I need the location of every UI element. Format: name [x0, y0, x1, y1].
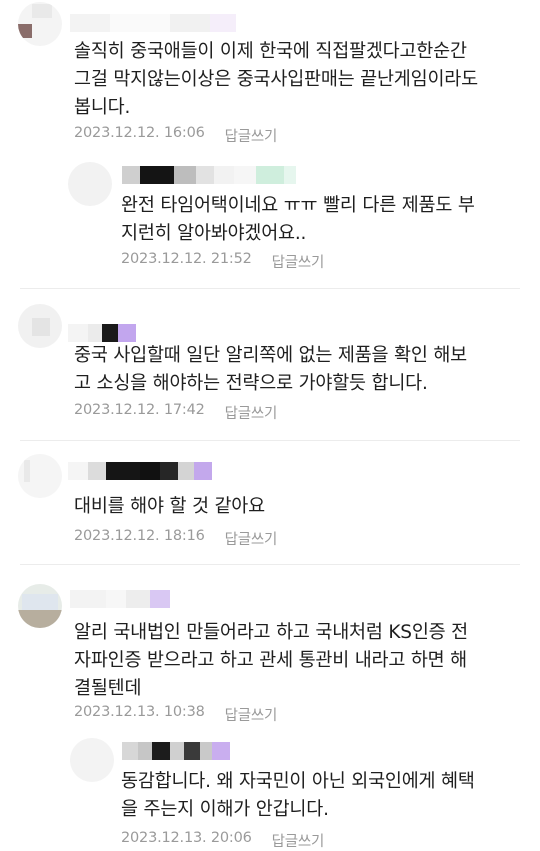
comment-item: 중국 사입할때 일단 알리쪽에 없는 제품을 확인 해보 고 소싱을 해야하는 …: [0, 290, 540, 440]
comment-date: 2023.12.12. 16:06: [74, 125, 205, 141]
avatar[interactable]: [18, 584, 62, 628]
comment-meta: 2023.12.12. 18:16 답글쓰기: [74, 528, 277, 549]
comment-date: 2023.12.13. 20:06: [121, 830, 252, 846]
author-name-blurred[interactable]: [70, 14, 236, 32]
avatar[interactable]: [68, 162, 112, 206]
comment-text: 동감합니다. 왜 자국민이 아닌 외국인에게 혜택 을 주는지 이해가 안갑니다…: [121, 771, 475, 820]
divider: [20, 288, 520, 289]
divider: [20, 440, 520, 441]
comment-item: 알리 국내법인 만들어라고 하고 국내처럼 KS인증 전 자파인증 받으라고 하…: [0, 566, 540, 726]
comment-text: 완전 타임어택이네요 ㅠㅠ 빨리 다른 제품도 부 지런히 알아봐야겠어요..: [121, 195, 475, 244]
avatar[interactable]: [70, 738, 114, 782]
author-name-blurred[interactable]: [122, 742, 230, 760]
comment-meta: 2023.12.12. 21:52 답글쓰기: [121, 251, 324, 272]
reply-item: 동감합니다. 왜 자국민이 아닌 외국인에게 혜택 을 주는지 이해가 안갑니다…: [0, 730, 540, 851]
author-name-blurred[interactable]: [68, 462, 212, 480]
avatar[interactable]: [18, 454, 62, 498]
comment-item: 대비를 해야 할 것 같아요 2023.12.12. 18:16 답글쓰기: [0, 442, 540, 562]
avatar[interactable]: [18, 304, 62, 348]
reply-button[interactable]: 답글쓰기: [225, 125, 278, 146]
reply-button[interactable]: 답글쓰기: [272, 251, 325, 272]
author-name-blurred[interactable]: [122, 166, 296, 184]
author-name-blurred[interactable]: [70, 590, 170, 608]
comment-date: 2023.12.12. 17:42: [74, 402, 205, 418]
comment-text: 중국 사입할때 일단 알리쪽에 없는 제품을 확인 해보 고 소싱을 해야하는 …: [74, 345, 467, 394]
comment-date: 2023.12.13. 10:38: [74, 704, 205, 720]
comment-text: 솔직히 중국애들이 이제 한국에 직접팔겠다고한순간 그걸 막지않는이상은 중국…: [74, 41, 478, 118]
comment-date: 2023.12.12. 21:52: [121, 251, 252, 267]
comment-meta: 2023.12.13. 20:06 답글쓰기: [121, 830, 324, 851]
comment-item: 솔직히 중국애들이 이제 한국에 직접팔겠다고한순간 그걸 막지않는이상은 중국…: [0, 0, 540, 150]
reply-button[interactable]: 답글쓰기: [272, 830, 325, 851]
comment-date: 2023.12.12. 18:16: [74, 528, 205, 544]
comment-text: 대비를 해야 할 것 같아요: [74, 496, 265, 517]
reply-button[interactable]: 답글쓰기: [225, 704, 278, 725]
author-name-blurred[interactable]: [68, 324, 136, 342]
comment-meta: 2023.12.12. 17:42 답글쓰기: [74, 402, 277, 423]
comment-text: 알리 국내법인 만들어라고 하고 국내처럼 KS인증 전 자파인증 받으라고 하…: [74, 622, 468, 699]
comment-meta: 2023.12.13. 10:38 답글쓰기: [74, 704, 277, 725]
reply-item: 완전 타임어택이네요 ㅠㅠ 빨리 다른 제품도 부 지런히 알아봐야겠어요.. …: [0, 150, 540, 280]
comment-meta: 2023.12.12. 16:06 답글쓰기: [74, 125, 277, 146]
reply-button[interactable]: 답글쓰기: [225, 402, 278, 423]
divider: [20, 564, 520, 565]
avatar[interactable]: [18, 2, 62, 46]
reply-button[interactable]: 답글쓰기: [225, 528, 278, 549]
